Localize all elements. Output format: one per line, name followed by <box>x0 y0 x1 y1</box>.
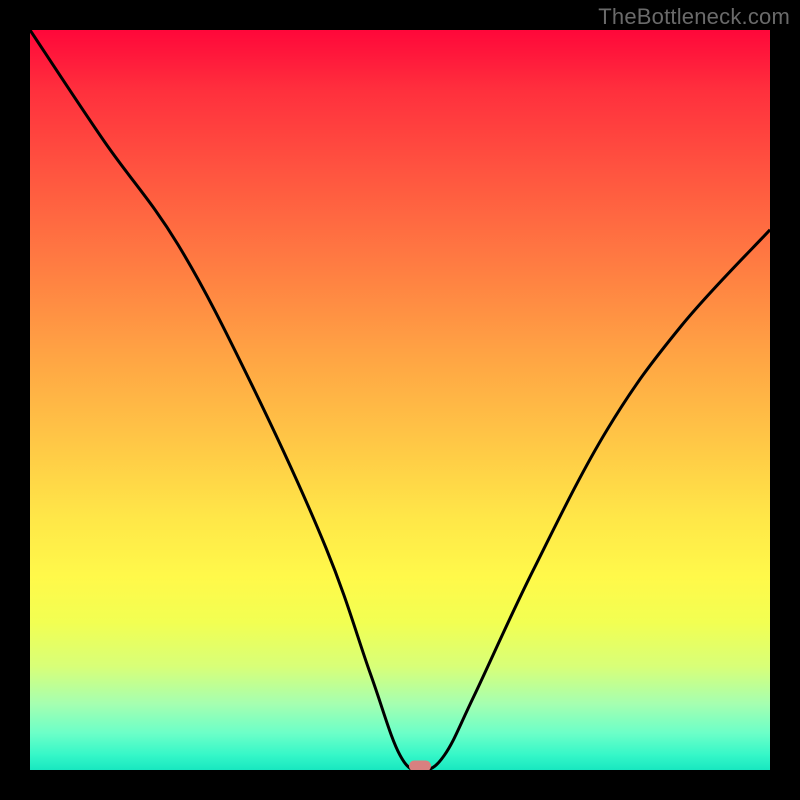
bottleneck-curve-path <box>30 30 770 770</box>
watermark-text: TheBottleneck.com <box>598 4 790 30</box>
curve-svg <box>30 30 770 770</box>
plot-area <box>30 30 770 770</box>
optimal-point-marker <box>409 760 431 770</box>
chart-container: TheBottleneck.com <box>0 0 800 800</box>
